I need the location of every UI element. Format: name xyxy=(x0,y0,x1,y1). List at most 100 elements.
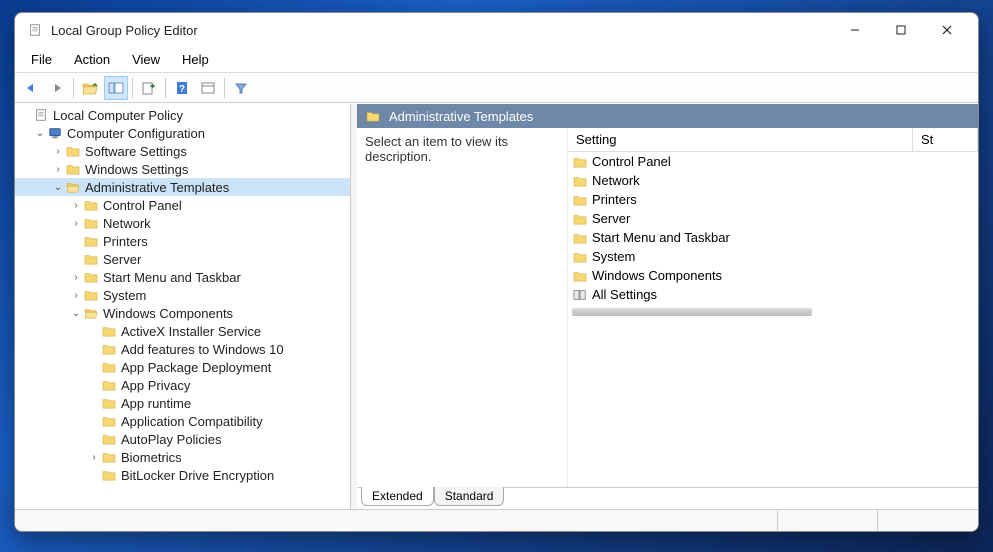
tree-label: ActiveX Installer Service xyxy=(121,324,261,339)
folder-open-icon xyxy=(83,306,99,320)
minimize-button[interactable] xyxy=(832,15,878,45)
folder-icon xyxy=(572,231,588,245)
tree-windows-components[interactable]: ⌄ Windows Components xyxy=(15,304,350,322)
settings-icon xyxy=(572,288,588,302)
expander-spacer xyxy=(69,234,83,248)
close-button[interactable] xyxy=(924,15,970,45)
chevron-right-icon[interactable]: › xyxy=(87,450,101,464)
folder-icon xyxy=(365,109,381,123)
tree-label: BitLocker Drive Encryption xyxy=(121,468,274,483)
folder-icon xyxy=(65,144,81,158)
tree-network[interactable]: › Network xyxy=(15,214,350,232)
tree-label: Add features to Windows 10 xyxy=(121,342,284,357)
chevron-right-icon[interactable]: › xyxy=(69,270,83,284)
tree-wc-item[interactable]: AutoPlay Policies xyxy=(15,430,350,448)
forward-button[interactable] xyxy=(45,76,69,100)
tree-label: System xyxy=(103,288,146,303)
tree-label: Windows Settings xyxy=(85,162,188,177)
chevron-down-icon[interactable]: ⌄ xyxy=(33,126,47,140)
list-item-label: Printers xyxy=(592,192,637,207)
tree-start-menu[interactable]: › Start Menu and Taskbar xyxy=(15,268,350,286)
expander-spacer xyxy=(87,324,101,338)
chevron-right-icon[interactable]: › xyxy=(51,162,65,176)
tree-wc-item[interactable]: App Privacy xyxy=(15,376,350,394)
folder-icon xyxy=(83,198,99,212)
list-item-label: Network xyxy=(592,173,640,188)
tree-server[interactable]: Server xyxy=(15,250,350,268)
list-item-label: Start Menu and Taskbar xyxy=(592,230,730,245)
tree-wc-item[interactable]: › Biometrics xyxy=(15,448,350,466)
expander-spacer xyxy=(87,468,101,482)
horizontal-scrollbar[interactable] xyxy=(572,308,812,316)
expander-spacer xyxy=(87,378,101,392)
menu-action[interactable]: Action xyxy=(64,50,120,69)
list-header: Setting St xyxy=(568,128,978,152)
tree-wc-item[interactable]: Add features to Windows 10 xyxy=(15,340,350,358)
folder-icon xyxy=(101,468,117,482)
folder-icon xyxy=(101,324,117,338)
tree-printers[interactable]: Printers xyxy=(15,232,350,250)
chevron-right-icon[interactable]: › xyxy=(69,216,83,230)
menu-file[interactable]: File xyxy=(21,50,62,69)
export-button[interactable] xyxy=(137,76,161,100)
expander-icon xyxy=(19,108,33,122)
list-row[interactable]: Windows Components xyxy=(568,266,978,285)
tree-root-label: Local Computer Policy xyxy=(53,108,183,123)
statusbar xyxy=(15,509,978,531)
folder-icon xyxy=(572,193,588,207)
menu-view[interactable]: View xyxy=(122,50,170,69)
folder-icon xyxy=(83,234,99,248)
list-row[interactable]: Printers xyxy=(568,190,978,209)
tree-wc-item[interactable]: App runtime xyxy=(15,394,350,412)
up-button[interactable] xyxy=(78,76,102,100)
chevron-right-icon[interactable]: › xyxy=(69,288,83,302)
tree-wc-item[interactable]: Application Compatibility xyxy=(15,412,350,430)
tree-system[interactable]: › System xyxy=(15,286,350,304)
tree-root[interactable]: Local Computer Policy xyxy=(15,106,350,124)
tree-label: App Privacy xyxy=(121,378,190,393)
tree-software-settings[interactable]: › Software Settings xyxy=(15,142,350,160)
list-row[interactable]: Control Panel xyxy=(568,152,978,171)
tree-label: Biometrics xyxy=(121,450,182,465)
tab-standard[interactable]: Standard xyxy=(434,487,505,506)
menu-help[interactable]: Help xyxy=(172,50,219,69)
folder-icon xyxy=(101,342,117,356)
tree-windows-settings[interactable]: › Windows Settings xyxy=(15,160,350,178)
settings-list[interactable]: Setting St Control Panel Network Printers S… xyxy=(567,128,978,487)
chevron-down-icon[interactable]: ⌄ xyxy=(69,306,83,320)
list-row[interactable]: System xyxy=(568,247,978,266)
list-row-all-settings[interactable]: All Settings xyxy=(568,285,978,304)
maximize-button[interactable] xyxy=(878,15,924,45)
tree-wc-item[interactable]: ActiveX Installer Service xyxy=(15,322,350,340)
tree-label: Start Menu and Taskbar xyxy=(103,270,241,285)
tree-wc-item[interactable]: App Package Deployment xyxy=(15,358,350,376)
chevron-down-icon[interactable]: ⌄ xyxy=(51,180,65,194)
chevron-right-icon[interactable]: › xyxy=(69,198,83,212)
list-item-label: Windows Components xyxy=(592,268,722,283)
tree-pane[interactable]: Local Computer Policy ⌄ Computer Configu… xyxy=(15,104,351,509)
window-controls xyxy=(832,15,970,45)
col-setting[interactable]: Setting xyxy=(568,128,913,151)
tab-extended[interactable]: Extended xyxy=(361,487,434,506)
back-button[interactable] xyxy=(19,76,43,100)
chevron-right-icon[interactable]: › xyxy=(51,144,65,158)
tree-computer-config[interactable]: ⌄ Computer Configuration xyxy=(15,124,350,142)
computer-icon xyxy=(47,126,63,140)
detail-header: Administrative Templates xyxy=(357,104,978,128)
tree-label: Control Panel xyxy=(103,198,182,213)
folder-icon xyxy=(572,174,588,188)
tree-control-panel[interactable]: › Control Panel xyxy=(15,196,350,214)
properties-button[interactable] xyxy=(196,76,220,100)
folder-icon xyxy=(101,396,117,410)
help-button[interactable]: ? xyxy=(170,76,194,100)
tree-label: Printers xyxy=(103,234,148,249)
col-state[interactable]: St xyxy=(913,128,978,151)
tree-wc-item[interactable]: BitLocker Drive Encryption xyxy=(15,466,350,484)
filter-button[interactable] xyxy=(229,76,253,100)
list-row[interactable]: Start Menu and Taskbar xyxy=(568,228,978,247)
list-row[interactable]: Server xyxy=(568,209,978,228)
list-row[interactable]: Network xyxy=(568,171,978,190)
status-main xyxy=(15,510,778,531)
show-hide-tree-button[interactable] xyxy=(104,76,128,100)
tree-admin-templates[interactable]: ⌄ Administrative Templates xyxy=(15,178,350,196)
